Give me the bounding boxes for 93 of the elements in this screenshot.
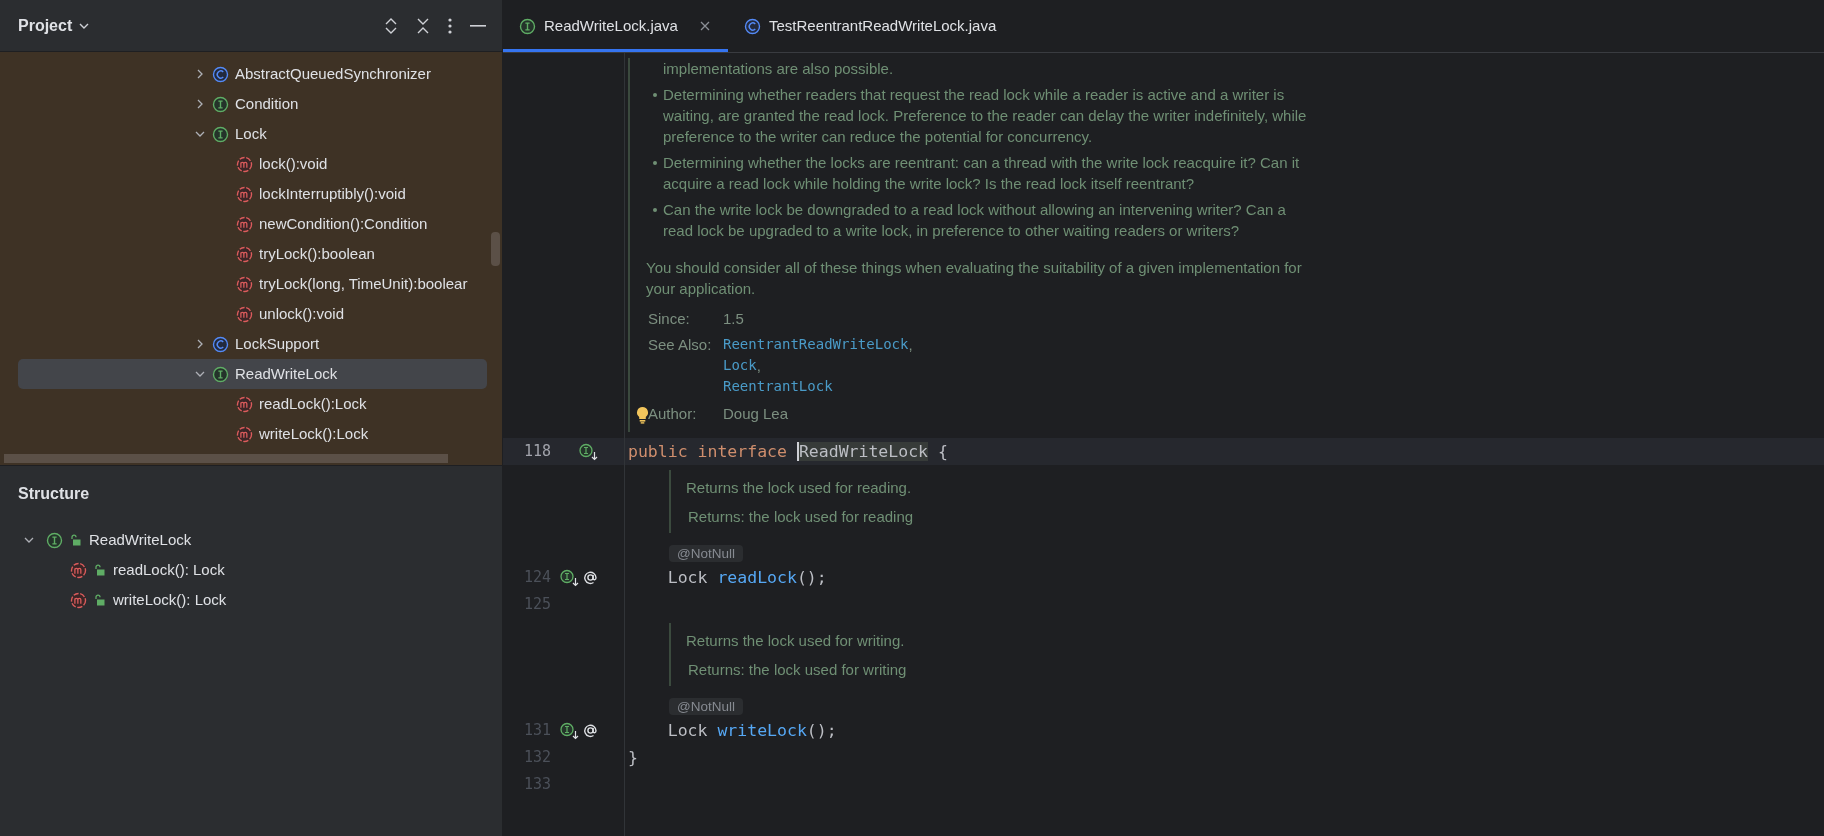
interface-icon	[46, 531, 63, 549]
doc-tag-label: See Also:	[647, 335, 713, 355]
doc-text: Returns the lock used for reading.	[686, 478, 913, 498]
doc-paragraph: You should consider all of these things when evaluating the suitability of a given implementation for your application.	[646, 258, 1303, 299]
tree-item[interactable]: LockSupport	[18, 329, 487, 359]
doc-list-item: Determining whether readers that request the read lock while a reader is active and a writer is waiting, are granted the read lock. Preference to the reader can delay the writer indefinitely, while preference to the writer can reduce the potential for concurrency.	[663, 85, 1307, 147]
tree-item[interactable]: tryLock():boolean	[18, 239, 487, 269]
doc-tag-value: 1.5	[723, 309, 744, 329]
tree-item-label: unlock():void	[259, 303, 345, 324]
annotation-marker-icon[interactable]	[582, 722, 599, 739]
padlock-icon	[94, 564, 105, 576]
more-options-icon[interactable]	[448, 17, 452, 34]
vertical-scrollbar-thumb[interactable]	[491, 232, 500, 266]
interface-icon	[519, 17, 536, 35]
class-icon	[212, 335, 229, 353]
structure-item[interactable]: writeLock(): Lock	[113, 588, 227, 612]
padlock-icon	[70, 534, 81, 546]
panel-title: Structure	[18, 484, 90, 504]
collapse-all-icon[interactable]	[416, 16, 430, 35]
doc-list-item: Can the write lock be downgraded to a read lock without allowing an intervening writer? Can a read lock be upgraded to a write lock, in preference to other waiting readers or writers?	[663, 200, 1286, 241]
tree-item-label: AbstractQueuedSynchronizer	[235, 63, 431, 84]
doc-list-item: Determining whether the locks are reentrant: can a thread with the write lock reacquire it? Can it acquire a read lock while holding the write lock? Is the read lock itself reentrant?	[663, 153, 1300, 194]
tree-item[interactable]: newCondition():Condition	[18, 209, 487, 239]
tree-item[interactable]: ReadWriteLock	[18, 359, 487, 389]
code-line: Lock writeLock();	[666, 719, 837, 742]
horizontal-scrollbar-thumb[interactable]	[4, 454, 448, 463]
annotation-marker-icon[interactable]	[582, 569, 599, 586]
panel-title[interactable]: Project	[18, 13, 73, 38]
code-line: Lock readLock();	[666, 566, 827, 589]
interface-icon	[212, 365, 229, 383]
doc-link[interactable]: ReentrantLock	[723, 376, 833, 397]
doc-link[interactable]: Lock	[723, 355, 757, 376]
doc-text: Returns: the lock used for reading	[687, 507, 915, 527]
doc-list-item: implementations are also possible.	[663, 59, 894, 79]
separator-text: ,	[756, 356, 761, 376]
implemented-marker-icon[interactable]	[579, 442, 599, 461]
method-icon	[236, 185, 253, 203]
implemented-marker-icon[interactable]	[560, 721, 580, 740]
method-icon	[236, 245, 253, 263]
structure-item[interactable]: ReadWriteLock	[89, 528, 192, 552]
doc-text: Returns the lock used for writing.	[686, 631, 906, 651]
tree-item[interactable]: writeLock():Lock	[18, 419, 487, 449]
tree-item-label: Condition	[235, 93, 299, 114]
class-icon	[212, 65, 229, 83]
tree-item-label: LockSupport	[235, 333, 320, 354]
tree-item-label: ReadWriteLock	[235, 363, 338, 384]
tree-item-label: tryLock():boolean	[259, 243, 375, 264]
tree-item-label: newCondition():Condition	[259, 213, 428, 234]
doc-tag-label: Author:	[647, 404, 698, 424]
method-icon	[70, 561, 87, 579]
method-icon	[70, 591, 87, 609]
close-icon[interactable]	[699, 21, 710, 31]
tree-item[interactable]: unlock():void	[18, 299, 487, 329]
structure-item[interactable]: readLock(): Lock	[113, 558, 225, 582]
tree-item[interactable]: readLock():Lock	[18, 389, 487, 419]
code-line: }	[628, 746, 638, 769]
annotation-inlay[interactable]: @NotNull	[669, 545, 743, 562]
interface-icon	[212, 125, 229, 143]
method-icon	[236, 425, 253, 443]
expand-all-icon[interactable]	[384, 16, 398, 35]
tree-item-label: lockInterruptibly():void	[259, 183, 406, 204]
method-icon	[236, 215, 253, 233]
method-icon	[236, 395, 253, 413]
doc-link[interactable]: ReentrantReadWriteLock	[723, 334, 909, 355]
implemented-marker-icon[interactable]	[560, 568, 580, 587]
tree-item[interactable]: AbstractQueuedSynchronizer	[18, 59, 487, 89]
tree-item-label: writeLock():Lock	[259, 423, 369, 444]
method-icon	[236, 275, 253, 293]
tree-item[interactable]: Lock	[18, 119, 487, 149]
interface-icon	[212, 95, 229, 113]
tree-item[interactable]: lockInterruptibly():void	[18, 179, 487, 209]
lightbulb-icon[interactable]	[636, 406, 649, 424]
minimize-icon[interactable]	[470, 24, 486, 27]
line-number: 118	[522, 441, 551, 463]
tree-item-label: Lock	[235, 123, 267, 144]
tree-item[interactable]: lock():void	[18, 149, 487, 179]
padlock-icon	[94, 594, 105, 606]
tree-item-label: readLock():Lock	[259, 393, 367, 414]
method-icon	[236, 155, 253, 173]
doc-text: Returns: the lock used for writing	[687, 660, 908, 680]
tree-item[interactable]: tryLock(long, TimeUnit):boolear	[18, 269, 487, 299]
annotation-inlay[interactable]: @NotNull	[669, 698, 743, 715]
separator-text: ,	[908, 335, 913, 355]
doc-tag-label: Since:	[647, 309, 691, 329]
code-line: public interface ReadWriteLock {	[628, 440, 948, 463]
editor-tab[interactable]: ReadWriteLock.java	[503, 0, 728, 52]
editor-tab[interactable]: TestReentrantReadWriteLock.java	[727, 0, 1015, 52]
tree-item-label: tryLock(long, TimeUnit):boolear	[259, 273, 468, 294]
tree-item-label: lock():void	[259, 153, 328, 174]
class-icon	[743, 17, 761, 35]
tree-item[interactable]: Condition	[18, 89, 487, 119]
doc-tag-value: Doug Lea	[723, 404, 789, 424]
method-icon	[236, 305, 253, 323]
